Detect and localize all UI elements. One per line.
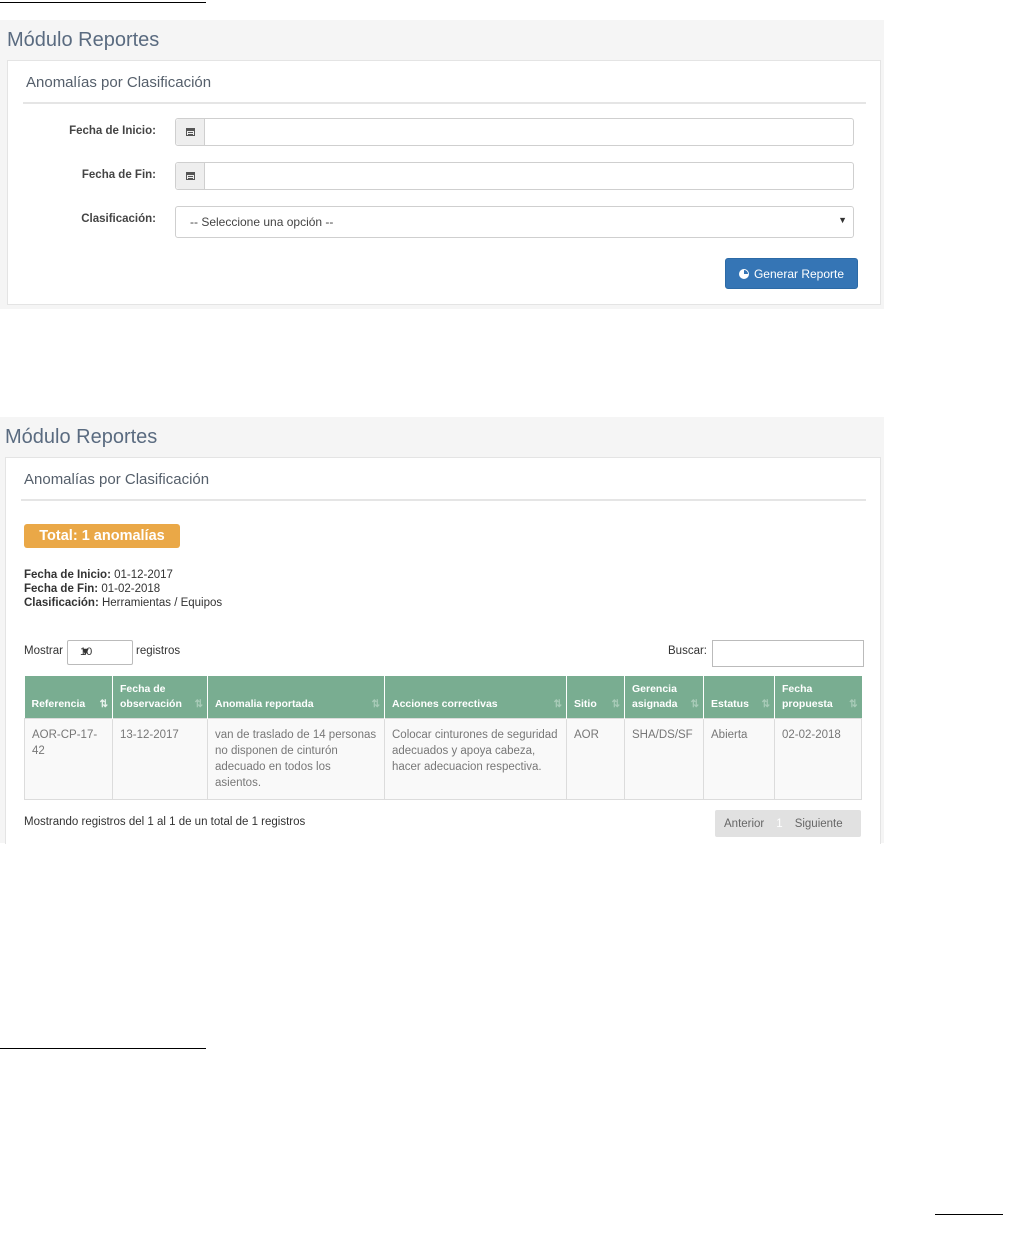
cell-fecha-propuesta: 02-02-2018 bbox=[774, 718, 862, 800]
col-header-gerencia[interactable]: Gerencia asignada ⇅ bbox=[624, 676, 704, 719]
card-title: Anomalías por Clasificación bbox=[26, 74, 212, 91]
search-label: Buscar: bbox=[668, 645, 707, 657]
summary-start: Fecha de Inicio: 01-12-2017 bbox=[24, 569, 173, 581]
cell-fecha-observacion: 13-12-2017 bbox=[112, 718, 208, 800]
classification-select[interactable]: -- Seleccione una opción -- ▼ bbox=[175, 206, 854, 238]
sort-icon: ⇅ bbox=[761, 699, 771, 710]
card-title: Anomalías por Clasificación bbox=[24, 471, 210, 488]
sort-icon: ⇅ bbox=[99, 699, 109, 710]
col-header-fecha-observacion[interactable]: Fecha de observación ⇅ bbox=[112, 676, 208, 719]
end-date-row: Fecha de Fin: bbox=[8, 162, 880, 190]
sort-icon: ⇅ bbox=[690, 699, 700, 710]
caret-down-icon: ▼ bbox=[838, 215, 847, 225]
summary-end: Fecha de Fin: 01-02-2018 bbox=[24, 583, 161, 595]
caret-down-icon: ▼ bbox=[80, 646, 91, 658]
card-divider bbox=[23, 102, 866, 104]
card-divider bbox=[21, 499, 866, 501]
cell-gerencia: SHA/DS/SF bbox=[624, 718, 704, 800]
sort-icon: ⇅ bbox=[611, 699, 621, 710]
col-header-estatus[interactable]: Estatus ⇅ bbox=[703, 676, 775, 719]
start-date-field[interactable] bbox=[175, 118, 854, 146]
pie-chart-icon bbox=[738, 268, 749, 279]
search-input[interactable] bbox=[712, 640, 864, 667]
sort-icon: ⇅ bbox=[553, 699, 563, 710]
report-form-panel: Módulo Reportes Anomalías por Clasificac… bbox=[0, 20, 884, 309]
col-header-fecha-propuesta[interactable]: Fecha propuesta ⇅ bbox=[774, 676, 862, 719]
classification-label: Clasificación: bbox=[81, 213, 156, 225]
end-date-field[interactable] bbox=[175, 162, 854, 190]
module-title: Módulo Reportes bbox=[5, 426, 158, 448]
classification-row: Clasificación: -- Seleccione una opción … bbox=[8, 206, 880, 238]
module-title: Módulo Reportes bbox=[7, 29, 160, 51]
page-length-select[interactable]: 10 ▼ bbox=[67, 640, 133, 665]
sort-icon: ⇅ bbox=[371, 699, 381, 710]
prev-page-button[interactable]: Anterior bbox=[718, 818, 770, 830]
table-row[interactable]: AOR-CP-17-42 13-12-2017 van de traslado … bbox=[24, 718, 862, 800]
col-header-sitio[interactable]: Sitio ⇅ bbox=[566, 676, 625, 719]
sort-icon: ⇅ bbox=[849, 699, 858, 710]
end-date-label: Fecha de Fin: bbox=[81, 169, 156, 181]
generate-report-button[interactable]: Generar Reporte bbox=[725, 258, 858, 289]
table-info: Mostrando registros del 1 al 1 de un tot… bbox=[24, 816, 306, 828]
calendar-icon[interactable] bbox=[176, 163, 205, 189]
length-label: Mostrar bbox=[24, 645, 63, 657]
total-badge: Total: 1 anomalías bbox=[24, 524, 180, 548]
cell-acciones: Colocar cinturones de seguridad adecuado… bbox=[384, 718, 567, 800]
calendar-icon[interactable] bbox=[176, 119, 205, 145]
start-date-row: Fecha de Inicio: bbox=[8, 118, 880, 146]
summary-classification: Clasificación: Herramientas / Equipos bbox=[24, 597, 223, 609]
cell-anomalia: van de traslado de 14 personas no dispon… bbox=[207, 718, 385, 800]
table-header-row: Referencia ⇅ Fecha de observación ⇅ Anomal… bbox=[24, 676, 862, 719]
end-date-input[interactable] bbox=[206, 163, 853, 189]
classification-selected: -- Seleccione una opción -- bbox=[190, 215, 334, 229]
cell-sitio: AOR bbox=[566, 718, 625, 800]
cell-referencia: AOR-CP-17-42 bbox=[24, 718, 113, 800]
corner-rule bbox=[935, 1214, 1003, 1215]
pagination: Anterior 1 Siguiente bbox=[715, 810, 861, 837]
start-date-label: Fecha de Inicio: bbox=[69, 125, 156, 137]
report-form-card: Anomalías por Clasificación Fecha de Ini… bbox=[7, 60, 881, 305]
start-date-input[interactable] bbox=[206, 119, 853, 145]
length-suffix: registros bbox=[136, 645, 181, 657]
page-1-button[interactable]: 1 bbox=[770, 818, 788, 830]
top-rule bbox=[0, 2, 206, 3]
col-header-anomalia[interactable]: Anomalia reportada ⇅ bbox=[207, 676, 385, 719]
col-header-acciones[interactable]: Acciones correctivas ⇅ bbox=[384, 676, 567, 719]
col-header-referencia[interactable]: Referencia ⇅ bbox=[24, 676, 113, 719]
next-page-button[interactable]: Siguiente bbox=[789, 818, 849, 830]
results-table: Referencia ⇅ Fecha de observación ⇅ Anomal… bbox=[24, 676, 862, 800]
bottom-rule bbox=[0, 1048, 206, 1049]
generate-report-label: Generar Reporte bbox=[753, 266, 845, 281]
cell-estatus: Abierta bbox=[703, 718, 775, 800]
sort-icon: ⇅ bbox=[194, 699, 204, 710]
